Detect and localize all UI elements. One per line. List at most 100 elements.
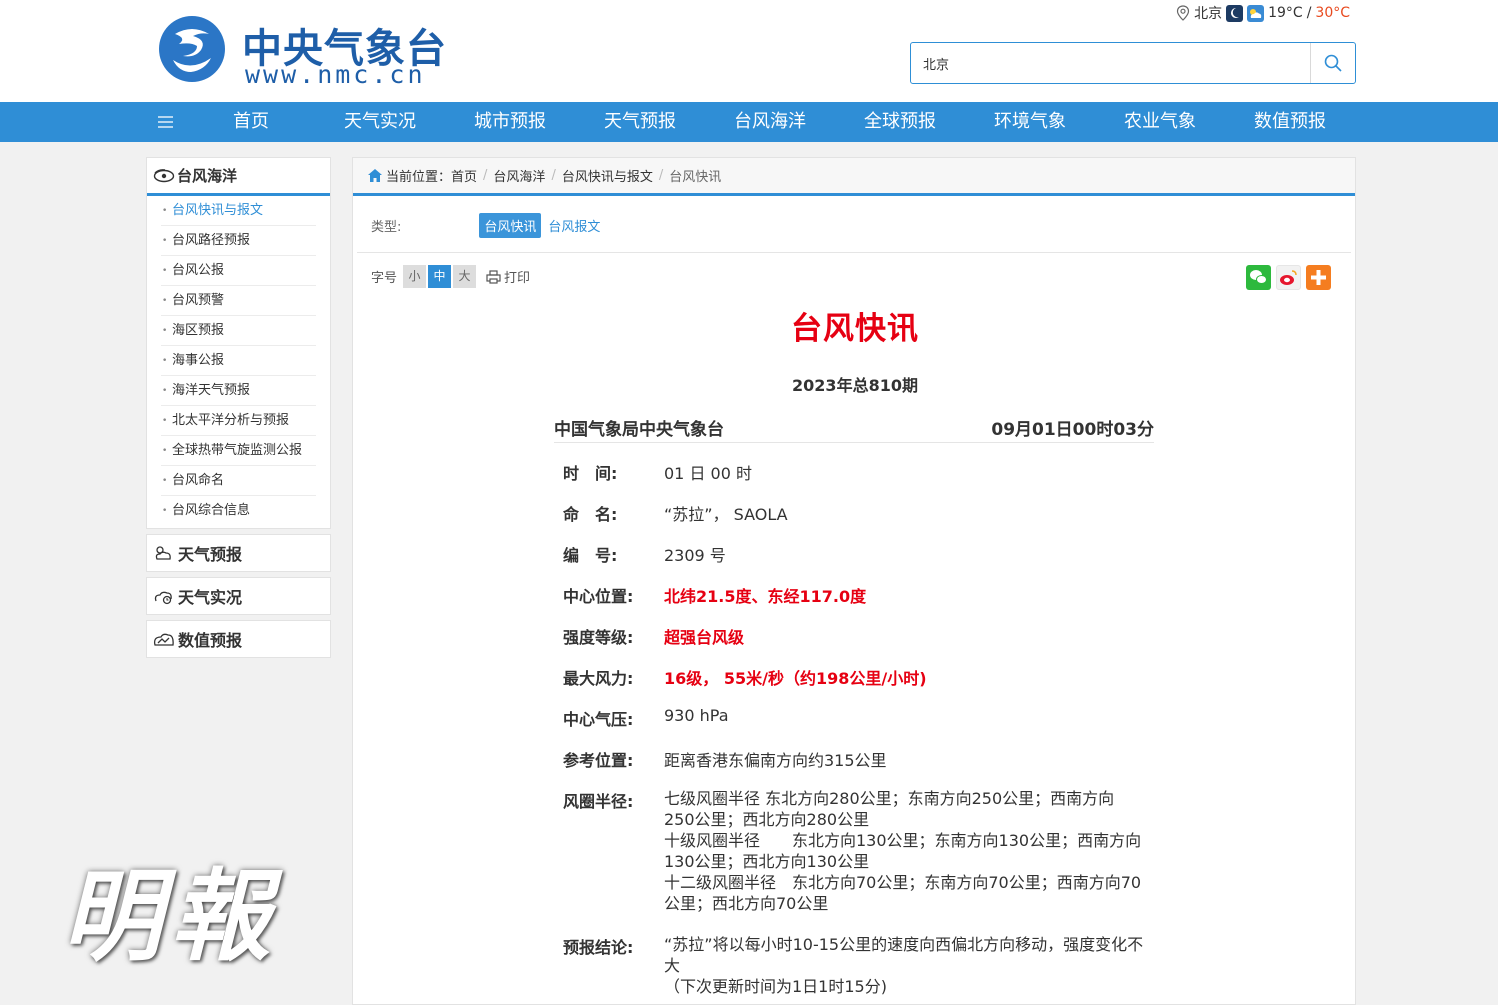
field-value: 七级风圈半径 东北方向280公里；东南方向250公里；西南方向250公里；西北方… [664, 788, 1144, 914]
field-label: 中心气压: [563, 710, 634, 729]
font-size-medium-button[interactable]: 中 [428, 265, 452, 288]
type-filter: 类型: 台风快讯 台风报文 [371, 213, 605, 238]
field-label: 中心位置: [563, 587, 634, 606]
share-buttons [1246, 265, 1331, 290]
article-issued-time: 09月01日00时03分 [991, 420, 1154, 440]
sidebar-item-typhoon-warning[interactable]: 台风预警 [161, 286, 316, 316]
main-nav: 首页 天气实况 城市预报 天气预报 台风海洋 全球预报 环境气象 农业气象 数值… [0, 102, 1498, 142]
temp-high: 30°C [1315, 5, 1350, 21]
watermark-text: 明報 [62, 857, 278, 975]
field-value: 16级， 55米/秒（约198公里/小时) [664, 669, 927, 688]
breadcrumb-typhoon-news[interactable]: 台风快讯与报文 [562, 166, 653, 185]
local-weather: 北京 19°C / 30°C [1176, 3, 1350, 23]
nav-item-typhoon-ocean[interactable]: 台风海洋 [734, 102, 806, 142]
forecast-line: （下次更新时间为1日1时15分) [664, 977, 887, 996]
nav-item-home[interactable]: 首页 [233, 102, 269, 142]
sidebar-item-typhoon-naming[interactable]: 台风命名 [161, 466, 316, 496]
sidebar-category-label: 天气预报 [178, 545, 243, 564]
font-size-large-button[interactable]: 大 [453, 265, 477, 288]
breadcrumb-separator: / [483, 168, 488, 183]
font-size-small-button[interactable]: 小 [403, 265, 427, 288]
main-content: 当前位置： 首页 / 台风海洋 / 台风快讯与报文 / 台风快讯 类型: 台风快… [352, 157, 1356, 1005]
breadcrumb-typhoon-ocean[interactable]: 台风海洋 [493, 166, 545, 185]
sidebar-item-typhoon-news[interactable]: 台风快讯与报文 [161, 196, 316, 226]
divider [357, 252, 1351, 253]
home-icon[interactable] [367, 168, 383, 183]
sidebar-item-sea-forecast[interactable]: 海区预报 [161, 316, 316, 346]
wind-radius-line: 十二级风圈半径 东北方向70公里；东南方向70公里；西南方向70公里；西北方向7… [664, 873, 1142, 913]
sidebar-item-north-pacific[interactable]: 北太平洋分析与预报 [161, 406, 316, 436]
printer-icon [486, 269, 501, 284]
sidebar-section-label: 台风海洋 [177, 167, 238, 185]
type-option-typhoon-news[interactable]: 台风快讯 [479, 213, 542, 238]
cma-logo-icon[interactable] [157, 14, 227, 84]
type-option-typhoon-message[interactable]: 台风报文 [543, 213, 605, 238]
wind-radius-line: 十级风圈半径 东北方向130公里；东南方向130公里；西南方向130公里；西北方… [664, 831, 1142, 871]
breadcrumb-home[interactable]: 首页 [451, 166, 477, 185]
print-label: 打印 [504, 271, 531, 286]
sidebar-category-label: 天气实况 [178, 588, 243, 607]
sidebar-category-weather-forecast[interactable]: 天气预报 [146, 534, 331, 572]
nav-item-environment[interactable]: 环境气象 [994, 102, 1066, 142]
sidebar-item-track-forecast[interactable]: 台风路径预报 [161, 226, 316, 256]
field-value: 930 hPa [664, 706, 729, 725]
sidebar-item-typhoon-bulletin[interactable]: 台风公报 [161, 256, 316, 286]
field-label: 命 名: [563, 505, 618, 524]
site-header: 中央气象台 www.nmc.cn 北京 19°C / 30°C [0, 0, 1498, 102]
cloud-clock-icon [154, 591, 172, 605]
nav-item-global-forecast[interactable]: 全球预报 [864, 102, 936, 142]
breadcrumb-separator: / [551, 168, 556, 183]
field-value: “苏拉”， SAOLA [664, 505, 788, 524]
search-button[interactable] [1310, 43, 1355, 83]
field-value: 北纬21.5度、东经117.0度 [664, 587, 867, 606]
sidebar: 台风海洋 台风快讯与报文 台风路径预报 台风公报 台风预警 海区预报 海事公报 … [146, 157, 331, 658]
field-label: 最大风力: [563, 669, 634, 688]
weibo-share-icon[interactable] [1276, 265, 1301, 290]
field-label: 编 号: [563, 546, 618, 565]
nav-item-weather-observation[interactable]: 天气实况 [344, 102, 416, 142]
field-label: 时 间: [563, 464, 618, 483]
nav-item-weather-forecast[interactable]: 天气预报 [604, 102, 676, 142]
nav-item-numerical[interactable]: 数值预报 [1254, 102, 1326, 142]
nav-item-agriculture[interactable]: 农业气象 [1124, 102, 1196, 142]
sidebar-item-maritime-bulletin[interactable]: 海事公报 [161, 346, 316, 376]
temp-separator: / [1306, 5, 1312, 21]
partly-cloudy-icon [1247, 4, 1265, 22]
breadcrumb: 当前位置： 首页 / 台风海洋 / 台风快讯与报文 / 台风快讯 [353, 158, 1355, 196]
forecast-line: “苏拉”将以每小时10-15公里的速度向西偏北方向移动，强度变化不大 [664, 935, 1144, 975]
print-button[interactable]: 打印 [486, 267, 530, 286]
nav-item-city-forecast[interactable]: 城市预报 [474, 102, 546, 142]
article-meta: 中国气象局中央气象台 09月01日00时03分 [554, 415, 1154, 443]
type-filter-label: 类型: [371, 220, 402, 235]
more-share-icon[interactable] [1306, 265, 1331, 290]
breadcrumb-label: 当前位置： [386, 170, 452, 185]
field-value: 超强台风级 [664, 628, 745, 647]
field-label: 预报结论: [563, 938, 634, 957]
search-box [910, 42, 1356, 84]
article-title: 台风快讯 [791, 311, 919, 347]
font-size-control: 字号 小 中 大 打印 [371, 265, 530, 288]
city-name[interactable]: 北京 [1194, 3, 1222, 23]
sidebar-item-ocean-weather[interactable]: 海洋天气预报 [161, 376, 316, 406]
breadcrumb-separator: / [658, 168, 664, 183]
sidebar-item-global-tropical[interactable]: 全球热带气旋监测公报 [161, 436, 316, 466]
article-agency: 中国气象局中央气象台 [554, 420, 724, 440]
menu-icon[interactable] [157, 114, 174, 130]
sidebar-category-weather-observation[interactable]: 天气实况 [146, 577, 331, 615]
field-label: 风圈半径: [563, 792, 634, 811]
field-value: 距离香港东偏南方向约315公里 [664, 751, 887, 770]
cloud-sun-icon [155, 546, 171, 560]
logo-url[interactable]: www.nmc.cn [245, 60, 426, 89]
sidebar-section-title[interactable]: 台风海洋 [147, 158, 330, 196]
wechat-share-icon[interactable] [1246, 265, 1271, 290]
field-label: 参考位置: [563, 751, 634, 770]
search-input[interactable] [911, 43, 1311, 83]
sidebar-item-typhoon-info[interactable]: 台风综合信息 [161, 496, 316, 526]
temp-low: 19°C [1268, 5, 1303, 21]
article-issue: 2023年总810期 [792, 376, 918, 395]
breadcrumb-current: 台风快讯 [669, 170, 722, 185]
field-value: 2309 号 [664, 546, 726, 565]
sidebar-category-numerical[interactable]: 数值预报 [146, 620, 331, 658]
typhoon-icon [153, 168, 175, 182]
search-icon [1324, 54, 1342, 72]
